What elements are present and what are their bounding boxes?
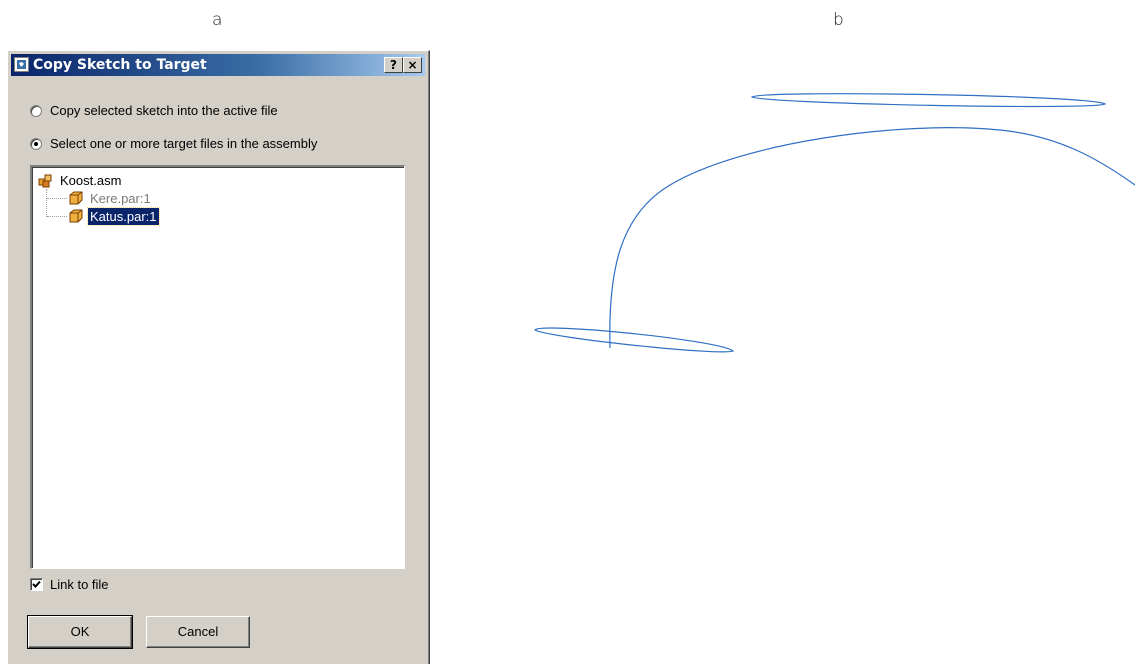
assembly-icon	[38, 174, 52, 188]
option-select-targets-label: Select one or more target files in the a…	[50, 136, 318, 151]
tree-item-label: Katus.par:1	[87, 206, 160, 226]
tree-item-kere-par[interactable]: Kere.par:1	[68, 189, 153, 207]
dialog-titlebar[interactable]: Copy Sketch to Target ? ×	[11, 54, 425, 76]
radio-select-targets[interactable]	[30, 137, 42, 150]
tree-connector	[47, 216, 67, 217]
panel-label-a: a	[212, 10, 223, 30]
sketch-preview	[534, 93, 1135, 353]
panel-label-b: b	[833, 10, 844, 30]
tree-item-koost-asm[interactable]: Koost.asm	[38, 171, 123, 189]
close-button[interactable]: ×	[403, 57, 422, 73]
dialog-title: Copy Sketch to Target	[33, 57, 207, 73]
ok-button[interactable]: OK	[27, 615, 133, 649]
link-to-file-label: Link to file	[50, 577, 109, 592]
lower-ellipse-curve	[534, 327, 735, 353]
part-icon	[69, 191, 83, 205]
help-button[interactable]: ?	[384, 57, 403, 73]
arc-curve	[609, 127, 1135, 349]
target-tree[interactable]: Koost.asm Kere.par:1 Katus.par:1	[30, 165, 405, 569]
link-to-file-checkbox[interactable]	[30, 578, 43, 591]
part-icon	[69, 209, 83, 223]
tree-connector	[47, 198, 67, 199]
option-copy-active-file-label: Copy selected sketch into the active fil…	[50, 103, 278, 118]
radio-copy-active-file[interactable]	[30, 104, 42, 117]
link-to-file-option[interactable]: Link to file	[30, 577, 109, 592]
tree-item-label: Koost.asm	[60, 172, 122, 188]
tree-item-katus-par[interactable]: Katus.par:1	[68, 206, 160, 226]
upper-ellipse-curve	[750, 93, 1107, 108]
copy-sketch-dialog: Copy Sketch to Target ? × Copy selected …	[7, 50, 430, 664]
checkmark-icon	[32, 580, 41, 588]
option-select-targets[interactable]: Select one or more target files in the a…	[30, 136, 317, 151]
cancel-button[interactable]: Cancel	[146, 616, 250, 648]
dialog-app-icon	[14, 57, 29, 72]
tree-item-label: Kere.par:1	[90, 190, 151, 206]
tree-connector	[46, 189, 47, 217]
option-copy-active-file[interactable]: Copy selected sketch into the active fil…	[30, 103, 278, 118]
